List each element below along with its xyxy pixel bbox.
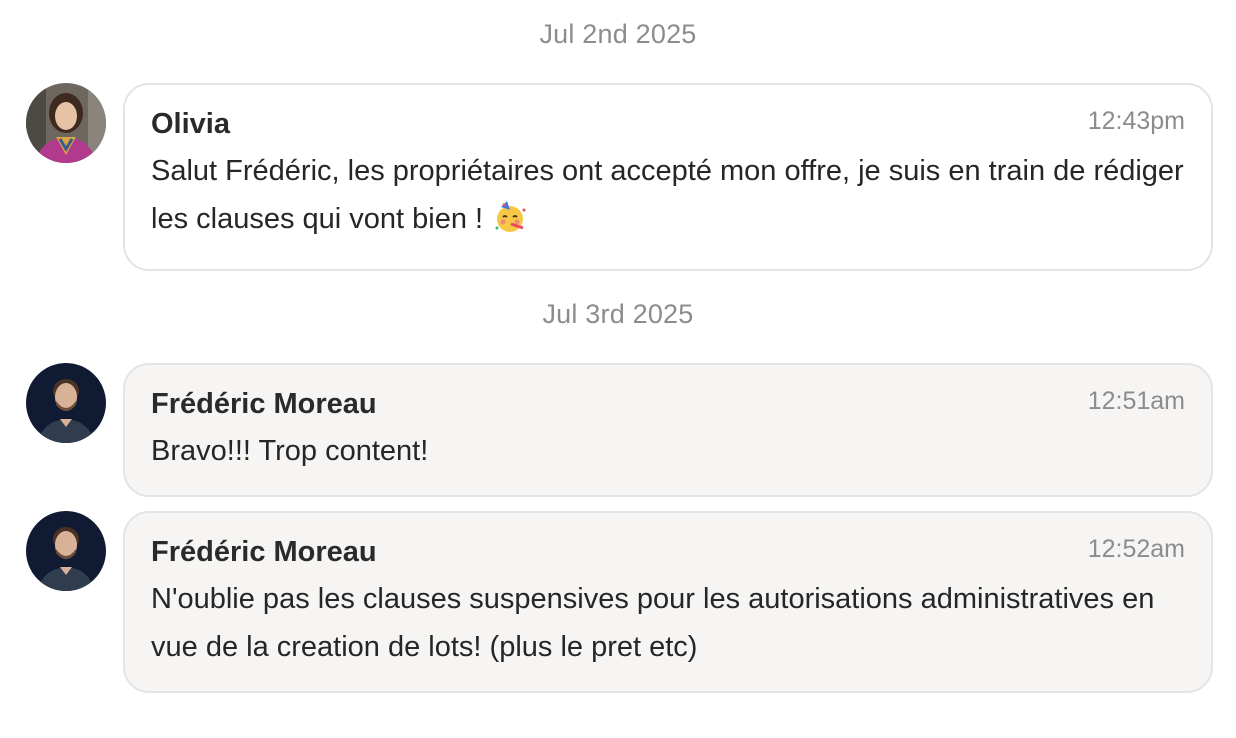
avatar[interactable]: [26, 511, 106, 591]
message-timestamp: 12:52am: [1087, 535, 1185, 563]
chat-thread: Jul 2nd 2025 Olivia 12:43pm Salut Frédér…: [0, 0, 1236, 738]
date-separator: Jul 2nd 2025: [539, 19, 697, 49]
message-body: Salut Frédéric, les propriétaires ont ac…: [151, 155, 1192, 235]
message-bubble: Frédéric Moreau 12:52am N'oublie pas les…: [123, 511, 1213, 693]
message-author: Olivia: [151, 108, 230, 140]
message-author: Frédéric Moreau: [151, 536, 377, 568]
avatar[interactable]: [26, 363, 106, 443]
message-text: Bravo!!! Trop content!: [151, 435, 429, 467]
message-bubble: Olivia 12:43pm Salut Frédéric, les propr…: [123, 83, 1213, 271]
message-timestamp: 12:51am: [1087, 387, 1185, 415]
partying-face-emoji-icon: [493, 200, 527, 249]
date-separator: Jul 3rd 2025: [542, 299, 694, 329]
message-timestamp: 12:43pm: [1087, 107, 1185, 135]
message-text: N'oublie pas les clauses suspensives pou…: [151, 583, 1163, 663]
message-text: Salut Frédéric, les propriétaires ont ac…: [151, 147, 1185, 249]
message-author: Frédéric Moreau: [151, 388, 377, 420]
avatar[interactable]: [26, 83, 106, 163]
message-bubble: Frédéric Moreau 12:51am Bravo!!! Trop co…: [123, 363, 1213, 497]
